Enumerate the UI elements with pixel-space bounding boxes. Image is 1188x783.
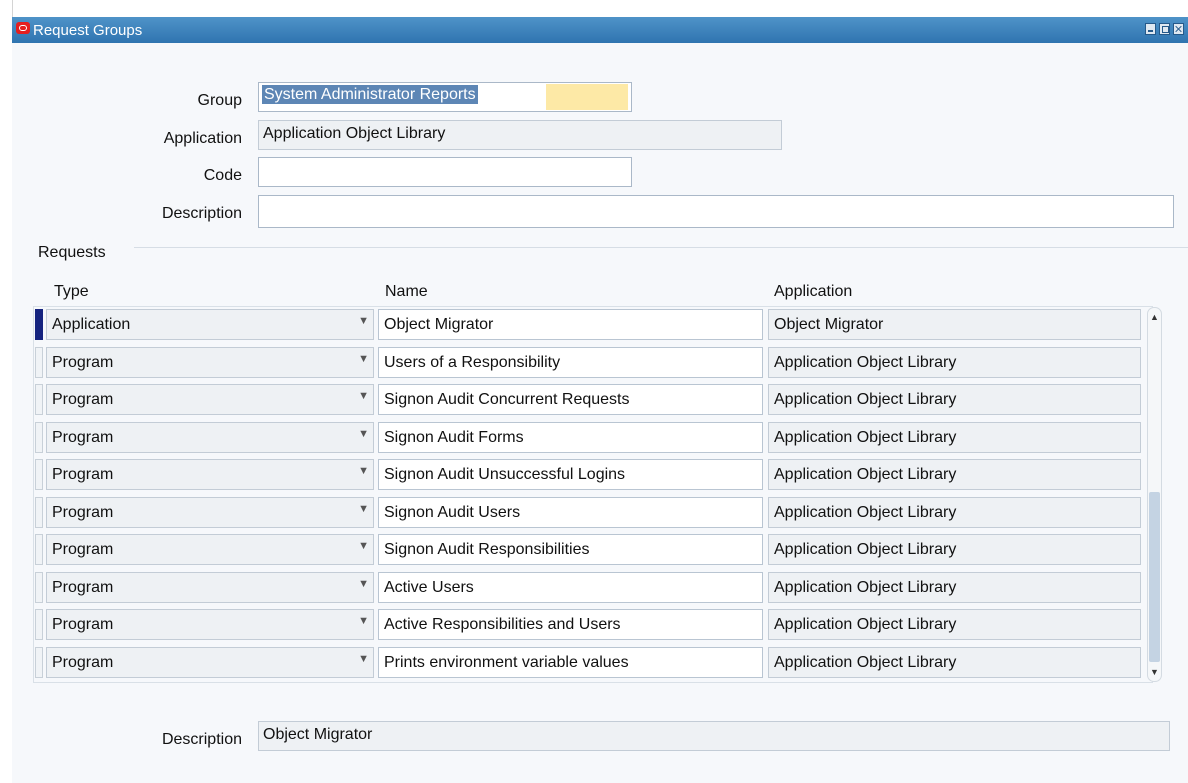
table-row[interactable]: Program ▼ Signon Audit Forms Application … <box>12 420 1188 455</box>
record-indicator[interactable] <box>35 421 43 453</box>
type-cell[interactable]: Application ▼ <box>46 309 374 340</box>
type-value: Program <box>52 353 114 371</box>
group-label: Group <box>197 92 242 109</box>
type-cell[interactable]: Program ▼ <box>46 646 374 678</box>
type-value: Program <box>52 391 114 408</box>
dropdown-arrow-icon[interactable]: ▼ <box>358 578 369 590</box>
table-row[interactable]: Program ▼ Active Users Application Object… <box>12 570 1188 605</box>
record-indicator[interactable] <box>35 459 43 490</box>
type-cell[interactable]: Program ▼ <box>46 346 374 378</box>
column-header-type: Type <box>54 283 89 300</box>
current-record-indicator[interactable] <box>35 309 43 340</box>
name-cell[interactable]: Active Responsibilities and Users <box>378 609 763 640</box>
type-value: Application <box>52 316 131 333</box>
type-value: Program <box>52 466 114 483</box>
group-field[interactable]: System Administrator Reports <box>258 82 632 112</box>
name-cell[interactable]: Active Users <box>378 571 763 603</box>
dropdown-arrow-icon[interactable]: ▼ <box>358 315 369 327</box>
scroll-down-icon[interactable]: ▼ <box>1150 666 1159 678</box>
column-header-name: Name <box>385 283 428 300</box>
application-cell[interactable]: Application Object Library <box>768 646 1141 678</box>
oracle-logo-icon <box>16 22 30 34</box>
window-titlebar[interactable]: Request Groups <box>12 17 1188 43</box>
request-groups-window: Request Groups Group System Administrato… <box>12 17 1188 783</box>
dropdown-arrow-icon[interactable]: ▼ <box>358 503 369 515</box>
application-cell[interactable]: Application Object Library <box>768 384 1141 415</box>
type-value: Program <box>52 616 114 633</box>
record-indicator[interactable] <box>35 571 43 603</box>
application-cell[interactable]: Object Migrator <box>768 309 1141 340</box>
description-field[interactable] <box>258 195 1174 228</box>
application-cell[interactable]: Application Object Library <box>768 459 1141 490</box>
record-indicator[interactable] <box>35 346 43 378</box>
vertical-scrollbar[interactable]: ▲ ▼ <box>1147 307 1162 682</box>
type-value: Program <box>52 541 114 558</box>
type-value: Program <box>52 653 114 671</box>
name-cell[interactable]: Signon Audit Users <box>378 496 763 528</box>
dropdown-arrow-icon[interactable]: ▼ <box>358 353 369 365</box>
application-cell[interactable]: Application Object Library <box>768 346 1141 378</box>
type-cell[interactable]: Program ▼ <box>46 534 374 565</box>
footer-description-label: Description <box>161 731 242 748</box>
maximize-icon[interactable] <box>1159 23 1170 35</box>
table-row[interactable]: Application ▼ Object Migrator Object Migr… <box>12 307 1188 342</box>
application-field[interactable]: Application Object Library <box>258 120 782 150</box>
description-label: Description <box>161 205 242 222</box>
name-cell[interactable]: Object Migrator <box>378 309 763 340</box>
window-title: Request Groups <box>33 22 143 39</box>
name-cell[interactable]: Signon Audit Forms <box>378 421 763 453</box>
table-row[interactable]: Program ▼ Users of a Responsibility Appli… <box>12 345 1188 380</box>
type-cell[interactable]: Program ▼ <box>46 609 374 640</box>
name-cell[interactable]: Signon Audit Concurrent Requests <box>378 384 763 415</box>
table-row[interactable]: Program ▼ Signon Audit Responsibilities A… <box>12 532 1188 567</box>
requests-section-label: Requests <box>38 244 106 261</box>
application-cell[interactable]: Application Object Library <box>768 609 1141 640</box>
scroll-up-icon[interactable]: ▲ <box>1150 311 1159 323</box>
code-field[interactable] <box>258 157 632 187</box>
table-row[interactable]: Program ▼ Signon Audit Concurrent Request… <box>12 382 1188 417</box>
dropdown-arrow-icon[interactable]: ▼ <box>358 428 369 440</box>
application-cell[interactable]: Application Object Library <box>768 571 1141 603</box>
dropdown-arrow-icon[interactable]: ▼ <box>358 653 369 665</box>
dropdown-arrow-icon[interactable]: ▼ <box>358 540 369 552</box>
name-cell[interactable]: Signon Audit Unsuccessful Logins <box>378 459 763 490</box>
minimize-icon[interactable] <box>1145 23 1156 35</box>
table-row[interactable]: Program ▼ Prints environment variable val… <box>12 645 1188 680</box>
section-divider <box>134 247 1188 248</box>
type-value: Program <box>52 428 114 446</box>
dropdown-arrow-icon[interactable]: ▼ <box>358 615 369 627</box>
name-cell[interactable]: Prints environment variable values <box>378 646 763 678</box>
table-row[interactable]: Program ▼ Signon Audit Unsuccessful Login… <box>12 457 1188 492</box>
type-cell[interactable]: Program ▼ <box>46 496 374 528</box>
table-row[interactable]: Program ▼ Active Responsibilities and Use… <box>12 607 1188 642</box>
application-cell[interactable]: Application Object Library <box>768 421 1141 453</box>
application-cell[interactable]: Application Object Library <box>768 496 1141 528</box>
group-value: System Administrator Reports <box>262 85 478 104</box>
record-indicator[interactable] <box>35 534 43 565</box>
application-cell[interactable]: Application Object Library <box>768 534 1141 565</box>
type-cell[interactable]: Program ▼ <box>46 384 374 415</box>
dropdown-arrow-icon[interactable]: ▼ <box>358 390 369 402</box>
type-cell[interactable]: Program ▼ <box>46 421 374 453</box>
name-cell[interactable]: Signon Audit Responsibilities <box>378 534 763 565</box>
dropdown-arrow-icon[interactable]: ▼ <box>358 465 369 477</box>
table-row[interactable]: Program ▼ Signon Audit Users Application … <box>12 495 1188 530</box>
record-indicator[interactable] <box>35 646 43 678</box>
footer-description-field[interactable]: Object Migrator <box>258 721 1170 751</box>
type-cell[interactable]: Program ▼ <box>46 571 374 603</box>
record-indicator[interactable] <box>35 496 43 528</box>
application-label: Application <box>163 130 242 147</box>
close-icon[interactable] <box>1173 23 1184 35</box>
name-cell[interactable]: Users of a Responsibility <box>378 346 763 378</box>
column-header-application: Application <box>774 283 853 300</box>
scrollbar-thumb[interactable] <box>1149 492 1160 662</box>
type-value: Program <box>52 578 114 596</box>
type-cell[interactable]: Program ▼ <box>46 459 374 490</box>
code-label: Code <box>203 167 242 184</box>
required-field-fill <box>546 84 628 110</box>
record-indicator[interactable] <box>35 384 43 415</box>
type-value: Program <box>52 503 114 521</box>
record-indicator[interactable] <box>35 609 43 640</box>
